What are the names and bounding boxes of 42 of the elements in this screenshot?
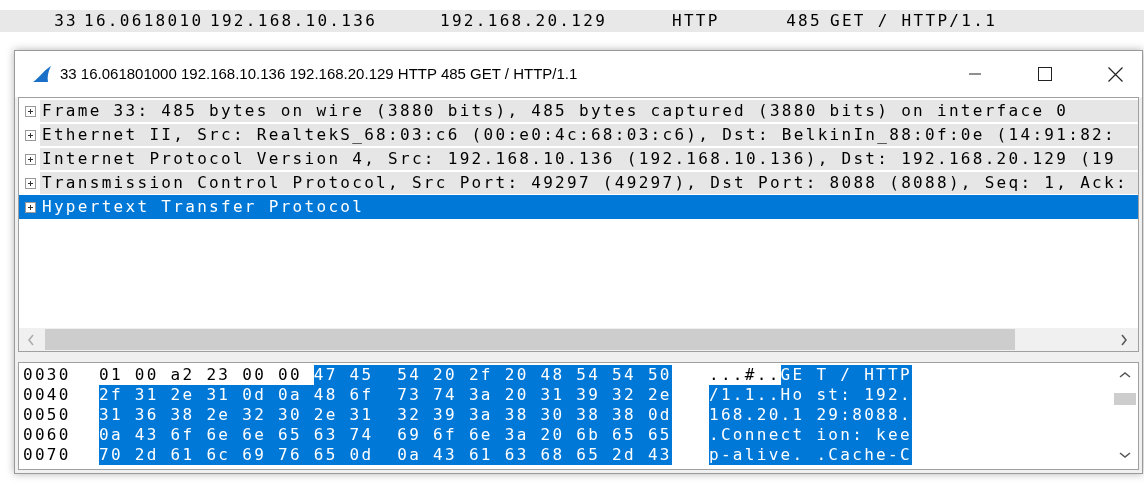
scrollbar-thumb[interactable] bbox=[1114, 393, 1136, 405]
ascii-text: GE T / HTTP bbox=[780, 365, 912, 385]
table-cell: HTTP bbox=[672, 10, 720, 32]
hex-bytes: 2f 31 2e 31 0d 0a 48 6f 73 74 3a 20 31 39 32 2e bbox=[99, 385, 672, 405]
tree-row[interactable]: Hypertext Transfer Protocol bbox=[19, 195, 1138, 219]
shark-fin-icon bbox=[32, 65, 52, 83]
scrollbar-thumb[interactable] bbox=[45, 329, 1015, 350]
window-title: 33 16.061801000 192.168.10.136 192.168.20.129 HTTP 485 GET / HTTP/1.1 bbox=[60, 63, 578, 84]
hex-bytes: 01 00 a2 23 00 00 bbox=[99, 365, 303, 385]
table-cell: 485 bbox=[786, 10, 822, 32]
scroll-up-icon[interactable] bbox=[1119, 371, 1131, 379]
expand-icon[interactable] bbox=[25, 105, 36, 117]
table-cell: 192.168.20.129 bbox=[440, 10, 608, 32]
hex-bytes: 70 2d 61 6c 69 76 65 0d 0a 43 61 63 68 65 2d 43 bbox=[99, 445, 672, 465]
close-icon bbox=[1107, 66, 1123, 82]
hex-offset: 0050 bbox=[23, 405, 72, 425]
expand-icon[interactable] bbox=[25, 129, 36, 141]
hex-offset: 0070 bbox=[23, 445, 72, 465]
minimize-icon bbox=[969, 73, 981, 75]
ascii-text: 168.20.1 29:8088. bbox=[709, 405, 912, 425]
hex-offset: 0030 bbox=[23, 365, 72, 385]
expand-icon[interactable] bbox=[25, 153, 36, 165]
hex-bytes: 47 45 54 20 2f 20 48 54 54 50 bbox=[313, 365, 672, 385]
horizontal-scrollbar[interactable] bbox=[19, 328, 1138, 351]
hex-offset: 0060 bbox=[23, 425, 72, 445]
scroll-down-icon[interactable] bbox=[1119, 451, 1131, 459]
scroll-right-icon[interactable] bbox=[1120, 333, 1128, 346]
ascii-text: /1.1..Ho st: 192. bbox=[709, 385, 912, 405]
tree-label: Hypertext Transfer Protocol bbox=[41, 196, 365, 218]
hex-offset: 0040 bbox=[23, 385, 72, 405]
table-cell: 33 bbox=[54, 10, 78, 32]
expand-icon[interactable] bbox=[25, 201, 36, 213]
expand-icon[interactable] bbox=[25, 177, 36, 189]
ascii-text: .Connect ion: kee bbox=[709, 425, 912, 445]
maximize-icon bbox=[1038, 67, 1052, 81]
hex-bytes: 31 36 38 2e 32 30 2e 31 32 39 3a 38 30 38 38 0d bbox=[99, 405, 672, 425]
table-cell: 192.168.10.136 bbox=[210, 10, 378, 32]
hex-bytes: 0a 43 6f 6e 6e 65 63 74 69 6f 6e 3a 20 6b 65 65 bbox=[99, 425, 672, 445]
table-cell: GET / HTTP/1.1 bbox=[830, 10, 998, 32]
table-cell: 16.0618010 bbox=[84, 10, 204, 32]
ascii-text: p-alive. .Cache-C bbox=[709, 445, 912, 465]
ascii-text: ...#.. bbox=[709, 365, 781, 385]
